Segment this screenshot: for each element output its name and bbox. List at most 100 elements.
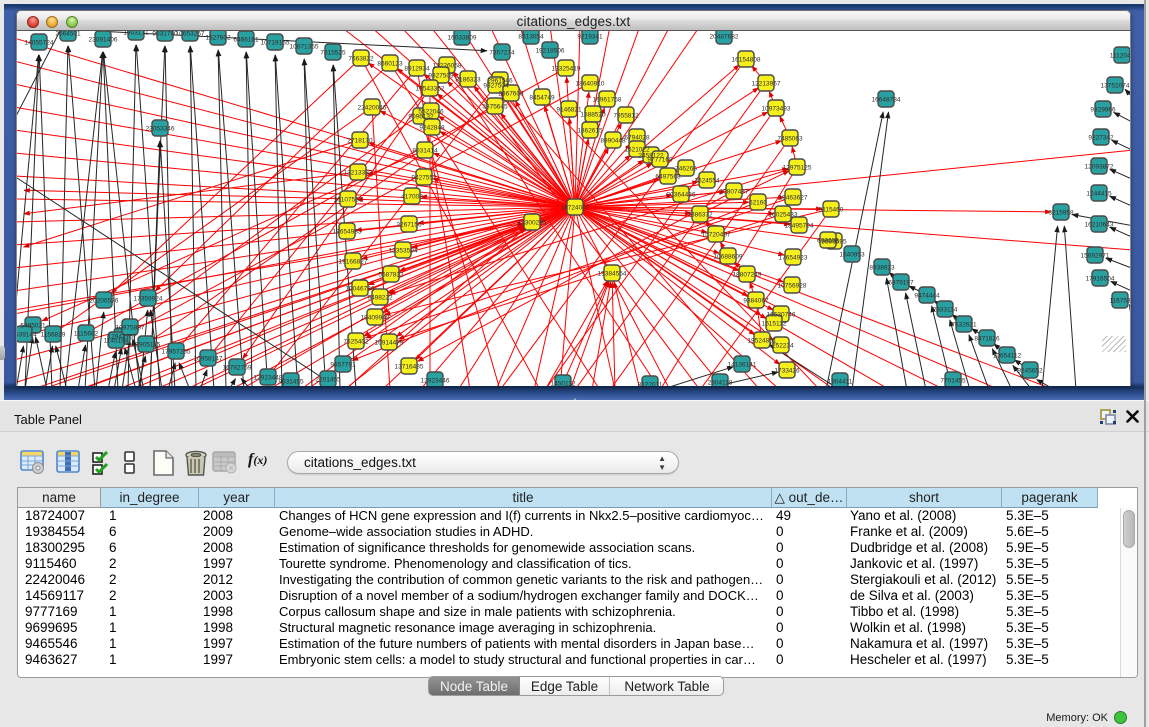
svg-text:3215958: 3215958 (1048, 210, 1074, 217)
svg-text:2718170: 2718170 (347, 138, 373, 145)
svg-text:8031414: 8031414 (412, 148, 438, 155)
svg-text:4252234: 4252234 (768, 343, 794, 350)
svg-text:9327504: 9327504 (483, 83, 509, 90)
svg-text:2304118: 2304118 (708, 380, 733, 387)
svg-text:1450112: 1450112 (551, 381, 576, 387)
svg-text:5522046: 5522046 (418, 109, 444, 116)
svg-text:3875645: 3875645 (482, 104, 508, 111)
svg-text:12353594: 12353594 (389, 248, 418, 255)
svg-text:1588520: 1588520 (580, 112, 606, 119)
svg-text:8990448: 8990448 (600, 138, 626, 145)
svg-text:7386372: 7386372 (687, 212, 713, 219)
svg-text:18495794: 18495794 (785, 223, 814, 230)
svg-text:9242848: 9242848 (419, 125, 445, 132)
svg-text:23091406: 23091406 (89, 37, 118, 44)
svg-text:20364436: 20364436 (667, 192, 696, 199)
svg-text:1903171: 1903171 (123, 31, 149, 37)
svg-text:7632621: 7632621 (951, 322, 977, 329)
svg-text:9498222: 9498222 (367, 295, 393, 302)
svg-text:5587832: 5587832 (378, 272, 404, 279)
svg-text:1615112: 1615112 (762, 321, 787, 328)
svg-text:10654112: 10654112 (993, 353, 1022, 360)
svg-text:10046786: 10046786 (346, 286, 375, 293)
svg-text:12213383: 12213383 (344, 170, 373, 177)
svg-text:20487682: 20487682 (710, 34, 739, 41)
svg-text:12213967: 12213967 (752, 81, 781, 88)
svg-text:9657791: 9657791 (330, 362, 356, 369)
svg-text:10688609: 10688609 (714, 254, 743, 261)
svg-text:10543362: 10543362 (416, 86, 445, 93)
svg-text:12975125: 12975125 (783, 165, 812, 172)
svg-text:6794028: 6794028 (624, 135, 650, 142)
svg-text:9329966: 9329966 (1090, 107, 1116, 114)
svg-text:2933114: 2933114 (933, 307, 958, 314)
svg-text:10025433: 10025433 (769, 212, 798, 219)
svg-text:7485063: 7485063 (777, 136, 803, 143)
svg-text:16154808: 16154808 (732, 57, 761, 64)
svg-text:14055724: 14055724 (25, 40, 54, 47)
svg-text:19409948: 19409948 (361, 315, 390, 322)
svg-text:116753: 116753 (1109, 298, 1131, 305)
svg-text:18300295: 18300295 (518, 220, 547, 227)
svg-text:15692971: 15692971 (1081, 253, 1110, 260)
svg-text:10653267: 10653267 (176, 31, 205, 38)
svg-text:17654923: 17654923 (779, 255, 808, 262)
svg-text:3624554: 3624554 (694, 178, 720, 185)
svg-text:20206576: 20206576 (90, 298, 119, 305)
svg-text:19463627: 19463627 (779, 195, 808, 202)
svg-text:16107553: 16107553 (334, 197, 363, 204)
svg-text:9031780: 9031780 (152, 31, 178, 38)
svg-text:1733426: 1733426 (774, 368, 800, 375)
svg-text:1527602: 1527602 (205, 35, 231, 42)
svg-text:2539144: 2539144 (17, 332, 37, 339)
svg-text:9245652: 9245652 (1017, 368, 1043, 375)
svg-text:17359924: 17359924 (134, 296, 163, 303)
svg-text:14136141: 14136141 (728, 362, 757, 369)
svg-text:8471626: 8471626 (974, 336, 1000, 343)
svg-text:17916504: 17916504 (1086, 276, 1115, 283)
svg-text:1112045: 1112045 (1110, 53, 1131, 60)
svg-text:13226058: 13226058 (433, 63, 462, 70)
svg-text:9115460: 9115460 (819, 207, 844, 214)
svg-text:3267150: 3267150 (396, 222, 422, 229)
svg-text:1156829: 1156829 (41, 332, 66, 339)
svg-text:1362615: 1362615 (577, 128, 603, 135)
svg-text:10719155: 10719155 (261, 40, 290, 47)
svg-text:17957255: 17957255 (162, 349, 191, 356)
svg-text:6466161: 6466161 (233, 37, 259, 44)
svg-text:16961758: 16961758 (593, 97, 622, 104)
svg-text:8186323: 8186323 (455, 77, 481, 84)
svg-text:1244415: 1244415 (1086, 191, 1112, 198)
svg-text:16782759: 16782759 (223, 365, 252, 372)
svg-text:13751074: 13751074 (1101, 83, 1130, 90)
svg-text:417008: 417008 (401, 194, 423, 201)
svg-text:18807249: 18807249 (733, 272, 762, 279)
svg-text:13716485: 13716485 (395, 364, 424, 371)
svg-text:7663822: 7663822 (348, 56, 374, 63)
svg-text:16914479: 16914479 (375, 340, 404, 347)
svg-text:10756928: 10756928 (778, 283, 807, 290)
svg-text:9146821: 9146821 (556, 107, 582, 114)
svg-text:9777169: 9777169 (647, 157, 673, 164)
svg-text:13325419: 13325419 (552, 66, 581, 73)
svg-text:8660123: 8660123 (377, 61, 403, 68)
svg-text:16210643: 16210643 (1085, 222, 1114, 229)
svg-text:9219341: 9219341 (577, 34, 603, 41)
svg-text:1904411: 1904411 (828, 379, 853, 386)
svg-text:1115682: 1115682 (74, 331, 99, 338)
svg-text:7955812: 7955812 (613, 113, 639, 120)
svg-text:16033809: 16033809 (448, 35, 477, 42)
svg-text:8938923: 8938923 (869, 265, 895, 272)
svg-text:23053346: 23053346 (146, 126, 175, 133)
svg-text:9031455: 9031455 (278, 379, 304, 386)
svg-text:1640953: 1640953 (839, 252, 865, 259)
svg-text:7515525: 7515525 (320, 50, 346, 57)
svg-text:19166827: 19166827 (339, 259, 368, 266)
svg-text:8912934: 8912934 (404, 66, 430, 73)
svg-text:8813054: 8813054 (518, 34, 544, 41)
svg-text:2064501: 2064501 (55, 31, 81, 38)
svg-text:12923446: 12923446 (421, 378, 450, 385)
svg-text:9227342: 9227342 (1088, 135, 1114, 142)
svg-text:1145194: 1145194 (104, 338, 129, 345)
svg-text:10975887: 10975887 (116, 325, 145, 332)
